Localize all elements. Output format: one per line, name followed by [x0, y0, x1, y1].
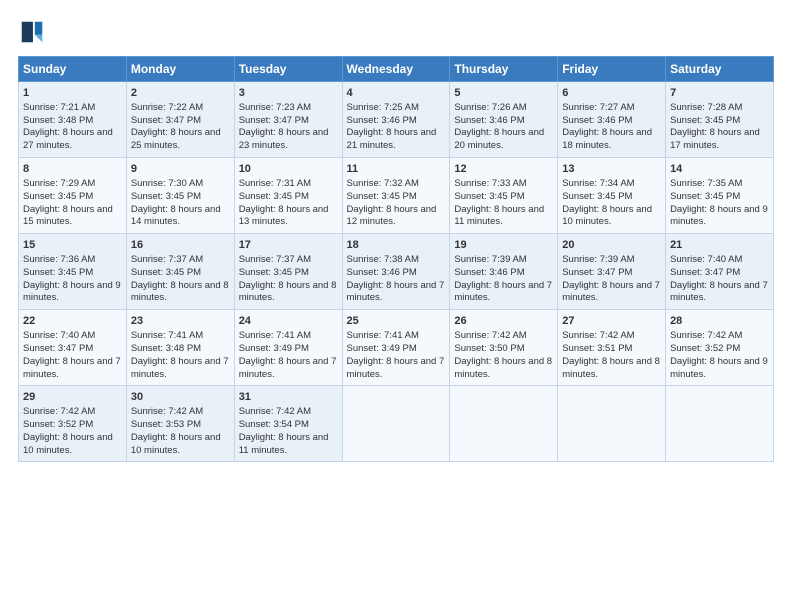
calendar-cell: 7Sunrise: 7:28 AMSunset: 3:45 PMDaylight…: [666, 82, 774, 158]
calendar-cell: 23Sunrise: 7:41 AMSunset: 3:48 PMDayligh…: [126, 310, 234, 386]
calendar-cell: 27Sunrise: 7:42 AMSunset: 3:51 PMDayligh…: [558, 310, 666, 386]
calendar-week-row: 29Sunrise: 7:42 AMSunset: 3:52 PMDayligh…: [19, 386, 774, 462]
calendar-cell: 11Sunrise: 7:32 AMSunset: 3:45 PMDayligh…: [342, 158, 450, 234]
logo-icon: [18, 18, 46, 46]
calendar-cell: 25Sunrise: 7:41 AMSunset: 3:49 PMDayligh…: [342, 310, 450, 386]
calendar-cell: 4Sunrise: 7:25 AMSunset: 3:46 PMDaylight…: [342, 82, 450, 158]
calendar-page: SundayMondayTuesdayWednesdayThursdayFrid…: [0, 0, 792, 612]
header: [18, 18, 774, 46]
calendar-cell: 5Sunrise: 7:26 AMSunset: 3:46 PMDaylight…: [450, 82, 558, 158]
calendar-cell: 28Sunrise: 7:42 AMSunset: 3:52 PMDayligh…: [666, 310, 774, 386]
calendar-cell: 9Sunrise: 7:30 AMSunset: 3:45 PMDaylight…: [126, 158, 234, 234]
header-cell-saturday: Saturday: [666, 57, 774, 82]
calendar-cell: 26Sunrise: 7:42 AMSunset: 3:50 PMDayligh…: [450, 310, 558, 386]
calendar-week-row: 1Sunrise: 7:21 AMSunset: 3:48 PMDaylight…: [19, 82, 774, 158]
calendar-week-row: 22Sunrise: 7:40 AMSunset: 3:47 PMDayligh…: [19, 310, 774, 386]
header-cell-tuesday: Tuesday: [234, 57, 342, 82]
calendar-cell: 15Sunrise: 7:36 AMSunset: 3:45 PMDayligh…: [19, 234, 127, 310]
header-cell-friday: Friday: [558, 57, 666, 82]
calendar-cell: [450, 386, 558, 462]
calendar-cell: 8Sunrise: 7:29 AMSunset: 3:45 PMDaylight…: [19, 158, 127, 234]
calendar-cell: [342, 386, 450, 462]
calendar-cell: 31Sunrise: 7:42 AMSunset: 3:54 PMDayligh…: [234, 386, 342, 462]
calendar-cell: 13Sunrise: 7:34 AMSunset: 3:45 PMDayligh…: [558, 158, 666, 234]
header-cell-sunday: Sunday: [19, 57, 127, 82]
calendar-cell: [666, 386, 774, 462]
calendar-table: SundayMondayTuesdayWednesdayThursdayFrid…: [18, 56, 774, 462]
calendar-cell: 2Sunrise: 7:22 AMSunset: 3:47 PMDaylight…: [126, 82, 234, 158]
header-cell-wednesday: Wednesday: [342, 57, 450, 82]
calendar-cell: 30Sunrise: 7:42 AMSunset: 3:53 PMDayligh…: [126, 386, 234, 462]
calendar-cell: 12Sunrise: 7:33 AMSunset: 3:45 PMDayligh…: [450, 158, 558, 234]
calendar-header: SundayMondayTuesdayWednesdayThursdayFrid…: [19, 57, 774, 82]
header-cell-thursday: Thursday: [450, 57, 558, 82]
calendar-cell: 10Sunrise: 7:31 AMSunset: 3:45 PMDayligh…: [234, 158, 342, 234]
calendar-cell: 6Sunrise: 7:27 AMSunset: 3:46 PMDaylight…: [558, 82, 666, 158]
calendar-cell: 20Sunrise: 7:39 AMSunset: 3:47 PMDayligh…: [558, 234, 666, 310]
calendar-cell: 3Sunrise: 7:23 AMSunset: 3:47 PMDaylight…: [234, 82, 342, 158]
calendar-week-row: 15Sunrise: 7:36 AMSunset: 3:45 PMDayligh…: [19, 234, 774, 310]
calendar-cell: 14Sunrise: 7:35 AMSunset: 3:45 PMDayligh…: [666, 158, 774, 234]
calendar-cell: 22Sunrise: 7:40 AMSunset: 3:47 PMDayligh…: [19, 310, 127, 386]
calendar-cell: 21Sunrise: 7:40 AMSunset: 3:47 PMDayligh…: [666, 234, 774, 310]
calendar-body: 1Sunrise: 7:21 AMSunset: 3:48 PMDaylight…: [19, 82, 774, 462]
header-cell-monday: Monday: [126, 57, 234, 82]
header-row: SundayMondayTuesdayWednesdayThursdayFrid…: [19, 57, 774, 82]
calendar-cell: 24Sunrise: 7:41 AMSunset: 3:49 PMDayligh…: [234, 310, 342, 386]
logo: [18, 18, 50, 46]
calendar-cell: 17Sunrise: 7:37 AMSunset: 3:45 PMDayligh…: [234, 234, 342, 310]
calendar-cell: 18Sunrise: 7:38 AMSunset: 3:46 PMDayligh…: [342, 234, 450, 310]
calendar-cell: 16Sunrise: 7:37 AMSunset: 3:45 PMDayligh…: [126, 234, 234, 310]
calendar-cell: 29Sunrise: 7:42 AMSunset: 3:52 PMDayligh…: [19, 386, 127, 462]
calendar-cell: 1Sunrise: 7:21 AMSunset: 3:48 PMDaylight…: [19, 82, 127, 158]
calendar-week-row: 8Sunrise: 7:29 AMSunset: 3:45 PMDaylight…: [19, 158, 774, 234]
calendar-cell: [558, 386, 666, 462]
calendar-cell: 19Sunrise: 7:39 AMSunset: 3:46 PMDayligh…: [450, 234, 558, 310]
